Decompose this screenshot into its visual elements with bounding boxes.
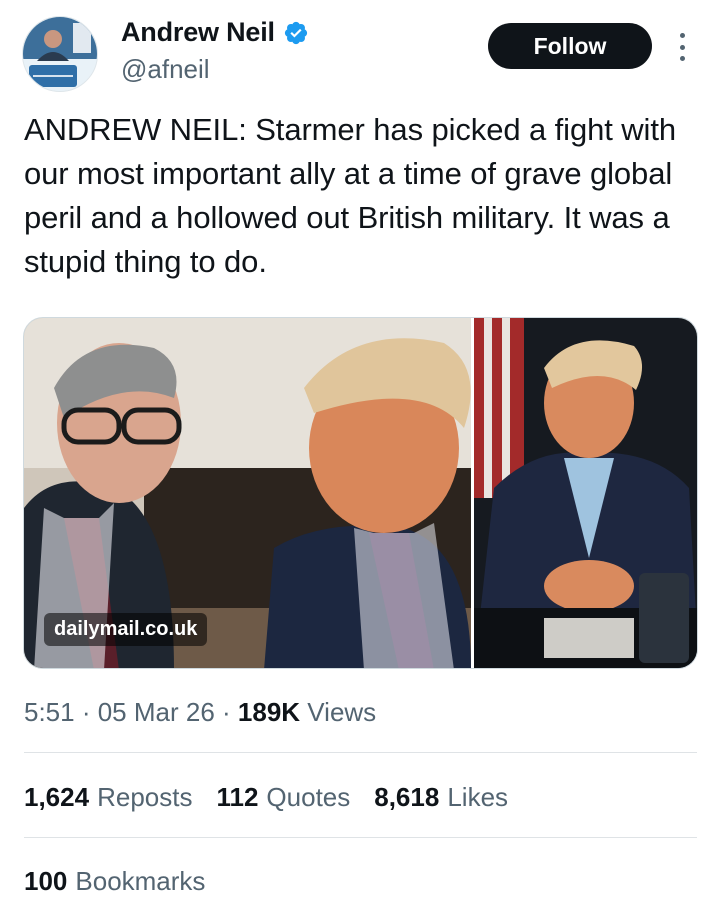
meta-separator: · xyxy=(214,697,238,727)
views-count: 189K xyxy=(237,697,301,727)
tweet-text: ANDREW NEIL: Starmer has picked a fight … xyxy=(24,112,676,279)
author-handle[interactable]: @afneil xyxy=(121,54,210,85)
author-avatar[interactable] xyxy=(22,16,98,92)
likes-count: 8,618 xyxy=(374,782,440,812)
divider xyxy=(24,752,697,753)
author-name[interactable]: Andrew Neil xyxy=(121,17,309,48)
likes-stat[interactable]: 8,618 Likes xyxy=(374,782,508,813)
reposts-count: 1,624 xyxy=(24,782,90,812)
bookmarks-label: Bookmarks xyxy=(75,866,206,896)
avatar-image xyxy=(23,17,97,91)
more-options-icon[interactable] xyxy=(672,30,692,64)
divider xyxy=(24,837,697,838)
quotes-label: Quotes xyxy=(266,782,351,812)
likes-label: Likes xyxy=(447,782,509,812)
engagement-stats: 1,624 Reposts 112 Quotes 8,618 Likes xyxy=(24,782,532,813)
author-name-text[interactable]: Andrew Neil xyxy=(121,17,275,48)
verified-badge-icon xyxy=(283,20,309,46)
quotes-count: 112 xyxy=(216,782,259,812)
tweet-card: Andrew Neil @afneil Follow ANDREW NEIL: … xyxy=(0,0,720,897)
meta-separator: · xyxy=(74,697,98,727)
reposts-stat[interactable]: 1,624 Reposts xyxy=(24,782,192,813)
bookmarks-stat[interactable]: 100 Bookmarks xyxy=(24,866,205,897)
views-label-spacer xyxy=(300,697,307,728)
media-source-watermark: dailymail.co.uk xyxy=(44,613,208,646)
reposts-label: Reposts xyxy=(97,782,193,812)
media-photo-right[interactable] xyxy=(474,318,698,669)
views-label: Views xyxy=(307,697,377,727)
tweet-meta: 5:51 · 05 Mar 26 · 189K Views xyxy=(24,697,376,728)
tweet-date[interactable]: 05 Mar 26 xyxy=(98,697,215,728)
tweet-time[interactable]: 5:51 xyxy=(24,697,75,728)
follow-button[interactable]: Follow xyxy=(488,23,652,69)
quotes-stat[interactable]: 112 Quotes xyxy=(216,782,350,813)
bookmarks-count: 100 xyxy=(24,866,68,896)
